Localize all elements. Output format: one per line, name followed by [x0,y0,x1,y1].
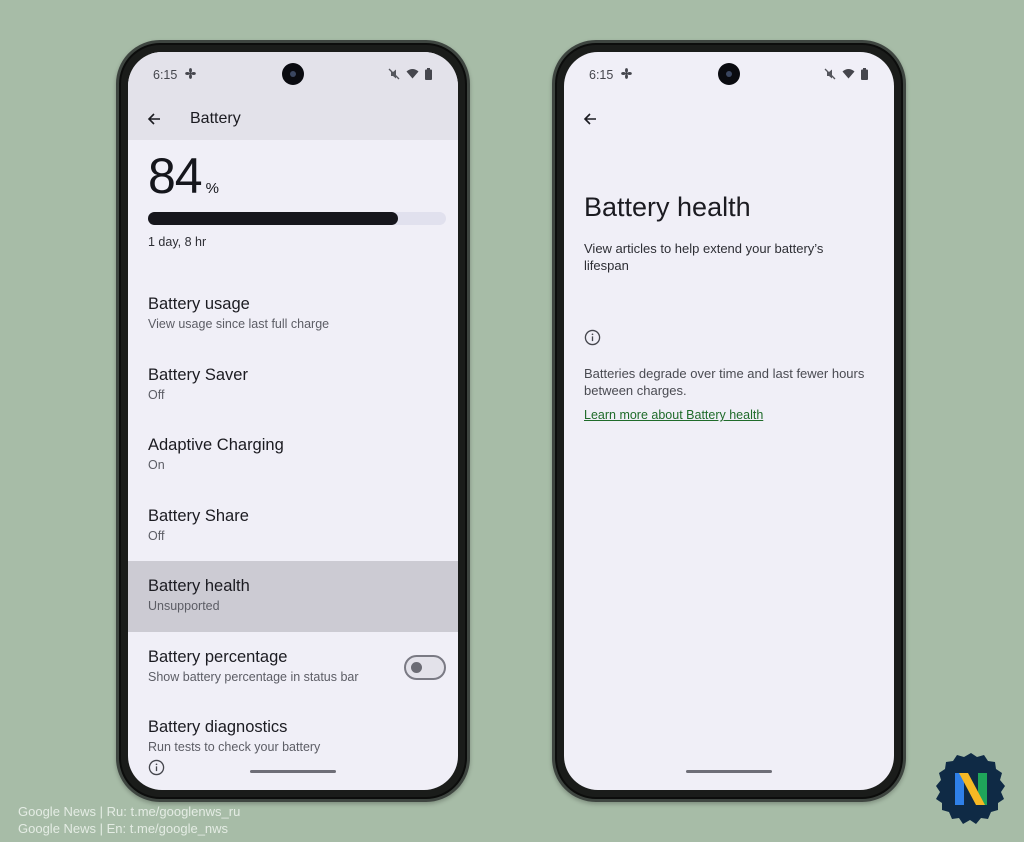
item-title: Battery Share [148,506,249,525]
google-news-logo [932,750,1010,828]
phone-left: 6:15 Battery 84 % 1 day, 8 hr Battery us… [116,40,470,802]
battery-health-screen: 6:15 Battery health View articles to hel… [564,52,894,790]
mute-icon [388,68,400,83]
battery-time-remaining: 1 day, 8 hr [148,235,207,249]
list-item-battery-diagnostics[interactable]: Battery diagnostics Run tests to check y… [128,702,458,773]
item-title: Adaptive Charging [148,436,284,454]
front-camera [282,63,304,85]
list-item-battery-percentage[interactable]: Battery percentage Show battery percenta… [128,632,458,703]
arrow-left-icon [583,113,596,125]
toggle-knob [411,661,422,673]
item-subtitle: Unsupported [148,599,220,613]
item-title: Battery diagnostics [148,718,288,736]
credit-line-en: Google News | En: t.me/google_nws [18,821,229,836]
item-subtitle: Off [148,528,165,543]
credit-line-ru: Google News | Ru: t.me/googlenws_ru [18,804,241,819]
page-description: View articles to help extend your batter… [584,241,824,273]
mute-icon [824,68,836,83]
page-title: Battery [190,110,241,127]
item-subtitle: On [148,458,165,472]
battery-level-section: 84% 1 day, 8 hr [148,148,446,249]
page-title: Battery health [584,192,751,222]
battery-percent-value: 84 [148,148,203,204]
info-note: Batteries degrade over time and last few… [584,366,865,398]
battery-percent-sign: % [205,180,219,197]
list-item-adaptive-charging[interactable]: Adaptive Charging On [128,420,458,491]
item-subtitle: View usage since last full charge [148,317,330,331]
gesture-nav-handle[interactable] [250,770,336,773]
fan-icon [621,68,633,82]
learn-more-link[interactable]: Learn more about Battery health [584,408,763,422]
item-subtitle: Run tests to check your battery [148,740,321,754]
wifi-icon [406,68,419,82]
item-title: Battery percentage [148,647,288,666]
item-subtitle: Off [148,387,165,402]
back-button[interactable] [142,107,166,131]
battery-icon [425,67,432,83]
list-item-battery-saver[interactable]: Battery Saver Off [128,350,458,421]
info-icon [148,759,165,781]
battery-percentage-toggle[interactable] [404,654,446,680]
front-camera [718,63,740,85]
item-title: Battery usage [148,295,250,313]
battery-level-bar [148,212,446,225]
battery-settings-list: Battery usage View usage since last full… [128,279,458,773]
info-icon [584,329,601,351]
item-title: Battery Saver [148,365,248,384]
fan-icon [185,68,197,82]
list-item-battery-usage[interactable]: Battery usage View usage since last full… [128,279,458,350]
phone-right: 6:15 Battery health View articles to hel… [552,40,906,802]
app-bar: Battery [128,98,458,140]
arrow-left-icon [147,113,160,125]
back-button[interactable] [578,107,602,131]
item-subtitle: Show battery percentage in status bar [148,669,359,684]
status-time: 6:15 [153,68,178,82]
app-bar [564,98,894,140]
battery-level-fill [148,212,399,225]
status-time: 6:15 [589,68,614,82]
gesture-nav-handle[interactable] [686,770,772,773]
battery-icon [861,67,868,83]
list-item-battery-share[interactable]: Battery Share Off [128,491,458,562]
wifi-icon [842,68,855,82]
item-title: Battery health [148,577,250,595]
list-item-battery-health[interactable]: Battery health Unsupported [128,561,458,632]
battery-settings-screen: 6:15 Battery 84 % 1 day, 8 hr Battery us… [128,52,458,790]
